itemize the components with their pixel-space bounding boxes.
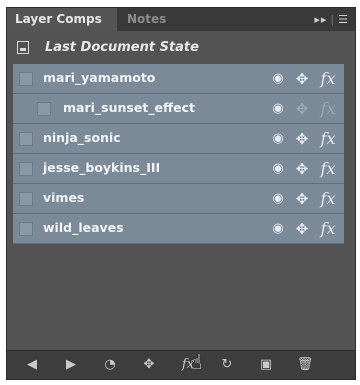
layer-comp-row[interactable]: jesse_boykins_III ◉ ✥ fx — [13, 154, 344, 184]
layer-comp-name: wild_leaves — [43, 220, 124, 235]
visibility-eye-icon: ◉ — [272, 161, 284, 176]
panel-tab-bar: Layer Comps Notes ▸▸ | ☰ — [7, 8, 355, 31]
visibility-eye-icon: ◉ — [272, 131, 284, 146]
position-move-icon: ✥ — [295, 130, 309, 148]
delete-comp-button[interactable]: 🗑 — [294, 355, 316, 375]
panel-menu-icon[interactable]: ☰ — [338, 13, 349, 26]
layer-comp-row[interactable]: mari_yamamoto ◉ ✥ fx — [13, 64, 344, 94]
layer-comp-name: mari_sunset_effect — [63, 100, 196, 115]
appearance-fx-icon: fx — [320, 189, 336, 208]
hand-cursor-icon: ☝ — [190, 350, 203, 374]
update-comp-button[interactable]: ↻ — [216, 355, 238, 375]
visibility-eye-icon: ◉ — [272, 71, 284, 86]
last-document-state-row[interactable]: Last Document State — [7, 34, 355, 62]
position-move-icon: ✥ — [295, 70, 309, 88]
layer-comp-name: vimes — [43, 190, 85, 205]
last-document-state-label: Last Document State — [45, 40, 199, 55]
collapse-panel-icon[interactable]: ▸▸ — [314, 13, 327, 26]
layer-comp-row[interactable]: mari_sunset_effect ◉ ✥ fx — [13, 94, 344, 124]
layer-comp-name: jesse_boykins_III — [43, 160, 161, 175]
layer-comp-row[interactable]: ninja_sonic ◉ ✥ fx — [13, 124, 344, 154]
tab-notes[interactable]: Notes — [119, 8, 179, 31]
panel-bottom-toolbar: ◀ ▶ ◔ ✥ fx ↻ ▣ 🗑 — [7, 350, 355, 379]
appearance-fx-icon: fx — [320, 219, 336, 238]
appearance-fx-icon: fx — [320, 159, 336, 178]
visibility-eye-icon: ◉ — [272, 221, 284, 236]
tab-controls: ▸▸ | ☰ — [314, 13, 349, 26]
layer-comp-name: ninja_sonic — [43, 130, 121, 145]
visibility-eye-icon: ◉ — [272, 191, 284, 206]
apply-comp-checkbox[interactable] — [19, 132, 33, 146]
layer-comps-panel: Layer Comps Notes ▸▸ | ☰ Last Document Sta… — [6, 7, 356, 380]
apply-comp-checkbox[interactable] — [19, 162, 33, 176]
position-move-icon: ✥ — [295, 100, 309, 118]
appearance-fx-icon: fx — [320, 129, 336, 148]
appearance-fx-icon: fx — [320, 69, 336, 88]
apply-visibility-button[interactable]: ◔ — [99, 355, 121, 375]
apply-comp-checkbox[interactable] — [19, 72, 33, 86]
layer-comp-name: mari_yamamoto — [43, 70, 156, 85]
visibility-eye-icon: ◉ — [272, 101, 284, 116]
appearance-fx-icon: fx — [320, 99, 336, 118]
apply-comp-checkbox[interactable] — [19, 222, 33, 236]
position-move-icon: ✥ — [295, 220, 309, 238]
apply-position-button[interactable]: ✥ — [138, 355, 160, 375]
position-move-icon: ✥ — [295, 190, 309, 208]
tab-layer-comps[interactable]: Layer Comps — [7, 8, 117, 31]
document-state-icon — [17, 41, 29, 54]
apply-comp-checkbox[interactable] — [37, 102, 51, 116]
next-comp-button[interactable]: ▶ — [60, 355, 82, 375]
position-move-icon: ✥ — [295, 160, 309, 178]
apply-comp-checkbox[interactable] — [19, 192, 33, 206]
new-comp-button[interactable]: ▣ — [255, 355, 277, 375]
layer-comp-row[interactable]: vimes ◉ ✥ fx — [13, 184, 344, 214]
layer-comp-list: mari_yamamoto ◉ ✥ fx mari_sunset_effect ◉ ✥ fx n… — [13, 64, 344, 244]
previous-comp-button[interactable]: ◀ — [21, 355, 43, 375]
layer-comp-row[interactable]: wild_leaves ◉ ✥ fx — [13, 214, 344, 244]
